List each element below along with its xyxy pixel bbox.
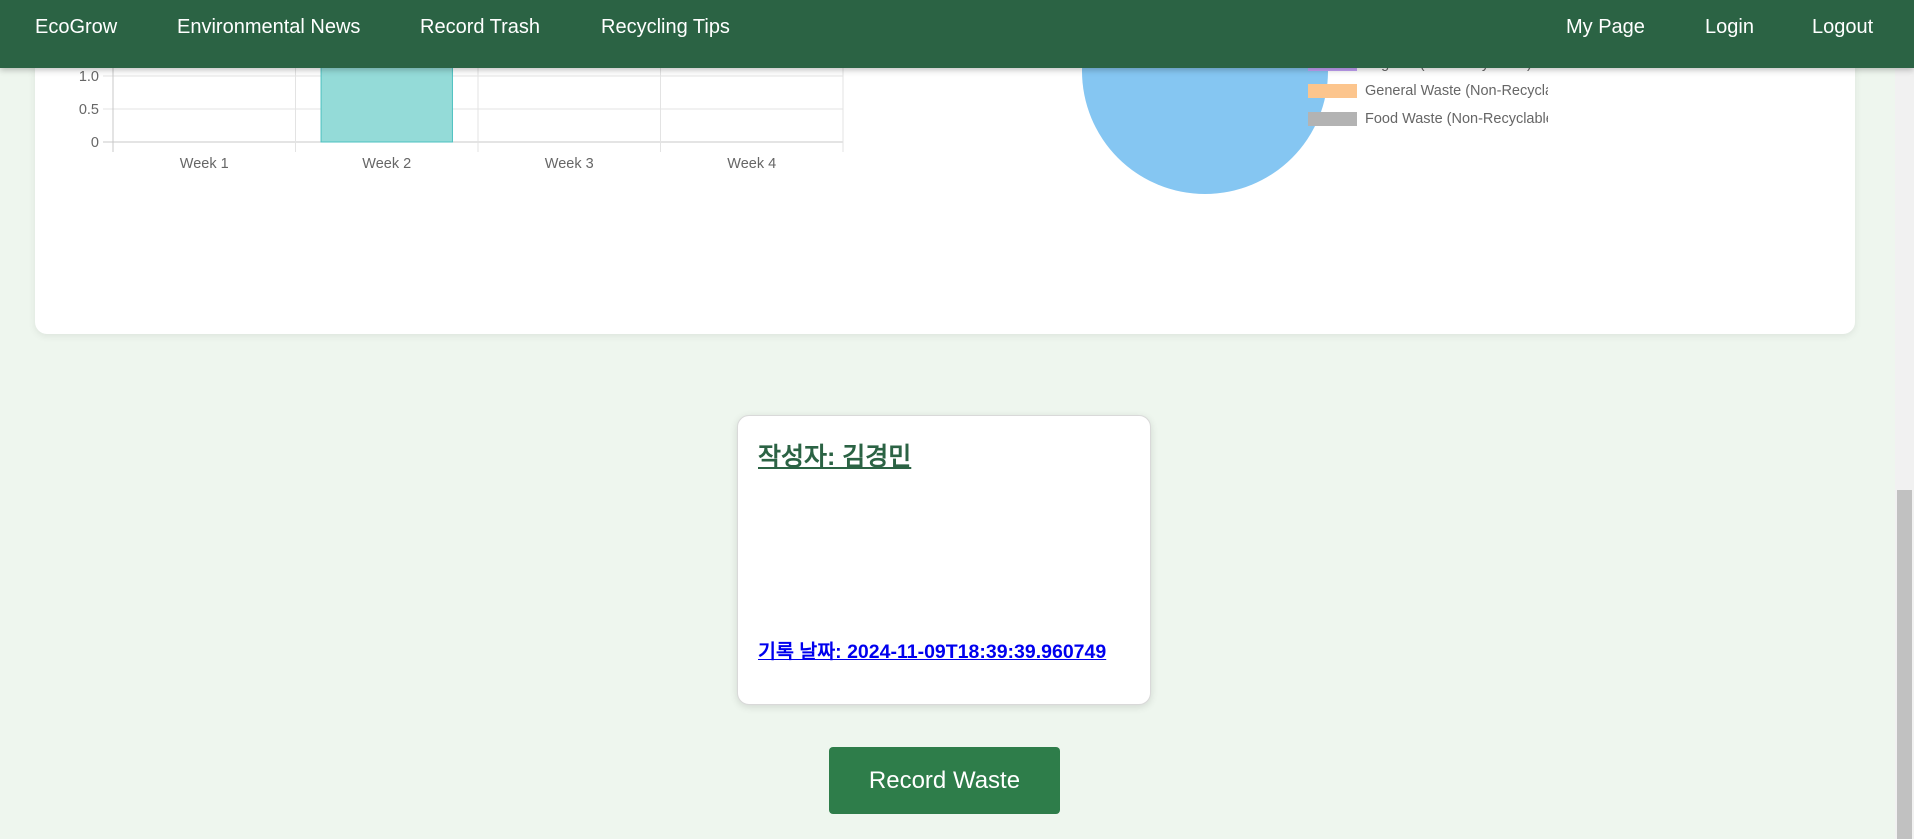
x-tick-label: Week 1 xyxy=(180,156,229,172)
legend-item[interactable]: General Waste (Non-Recyclable) xyxy=(1308,78,1548,106)
y-tick-label: 0.5 xyxy=(79,102,99,118)
y-tick-label: 0 xyxy=(91,135,99,151)
legend-item[interactable]: Food Waste (Non-Recyclable) xyxy=(1308,105,1548,133)
nav-logout[interactable]: Logout xyxy=(1812,15,1873,39)
nav-recycling-tips[interactable]: Recycling Tips xyxy=(601,15,730,39)
page: 1.00.50Week 1Week 2Week 3Week 4 Organic … xyxy=(0,0,1914,839)
navbar: EcoGrow Environmental News Record Trash … xyxy=(0,0,1914,68)
legend-label: Food Waste (Non-Recyclable) xyxy=(1365,110,1548,127)
nav-environmental-news[interactable]: Environmental News xyxy=(177,15,360,39)
scrollbar-thumb[interactable] xyxy=(1897,490,1912,839)
x-tick-label: Week 3 xyxy=(545,156,594,172)
x-tick-label: Week 2 xyxy=(362,156,411,172)
brand-link[interactable]: EcoGrow xyxy=(35,15,117,39)
legend-swatch xyxy=(1308,84,1357,99)
record-date-link[interactable]: 기록 날짜: 2024-11-09T18:39:39.960749 xyxy=(758,635,1106,664)
record-author-link[interactable]: 작성자: 김경민 xyxy=(758,437,911,473)
legend-swatch xyxy=(1308,111,1357,126)
y-tick-label: 1.0 xyxy=(79,69,99,85)
record-waste-button[interactable]: Record Waste xyxy=(829,747,1060,814)
x-tick-label: Week 4 xyxy=(727,156,776,172)
record-card: 작성자: 김경민 기록 날짜: 2024-11-09T18:39:39.9607… xyxy=(737,415,1151,705)
legend-label: General Waste (Non-Recyclable) xyxy=(1365,83,1548,100)
nav-login[interactable]: Login xyxy=(1705,15,1754,39)
scrollbar[interactable] xyxy=(1895,0,1914,839)
nav-my-page[interactable]: My Page xyxy=(1566,15,1645,39)
nav-record-trash[interactable]: Record Trash xyxy=(420,15,540,39)
